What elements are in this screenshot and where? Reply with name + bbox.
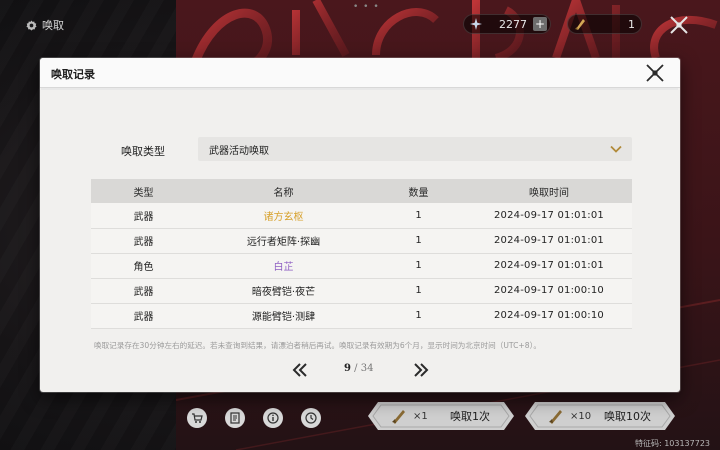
chevron-down-icon — [610, 145, 622, 153]
row-quantity: 1 — [371, 303, 466, 329]
history-table: 类型 名称 数量 唤取时间 武器 诸方玄枢 1 2024-09-17 01:01… — [91, 179, 632, 329]
forging-tide-icon — [575, 19, 585, 30]
info-button[interactable] — [263, 408, 283, 428]
row-quantity: 1 — [371, 203, 466, 229]
bottom-toolbar — [187, 408, 321, 428]
convene-type-label: 唤取类型 — [121, 145, 165, 158]
row-type: 武器 — [91, 303, 196, 329]
row-name: 远行者矩阵·探幽 — [196, 228, 371, 254]
total-pages: 34 — [360, 363, 374, 374]
convene-history-modal: 唤取记录 唤取类型 武器活动唤取 类型 名称 数量 唤取时间 武器 诸方玄枢 1… — [40, 58, 680, 392]
currency-forging-tide-value: 1 — [628, 17, 635, 31]
row-quantity: 1 — [371, 278, 466, 304]
next-page-icon[interactable] — [413, 363, 429, 377]
row-type: 武器 — [91, 203, 196, 229]
convene-type-value: 武器活动唤取 — [209, 145, 269, 157]
currency-astrite-value: 2277 — [499, 17, 527, 31]
shop-button[interactable] — [187, 408, 207, 428]
forging-tide-icon — [549, 410, 562, 424]
page-title: 唤取 — [26, 17, 64, 33]
document-icon — [230, 412, 240, 424]
currency-astrite[interactable]: 2277 + — [463, 14, 551, 34]
row-name: 白芷 — [196, 253, 371, 279]
star-crystal-icon — [470, 18, 482, 30]
table-row: 武器 诸方玄枢 1 2024-09-17 01:01:01 — [91, 203, 632, 229]
page-separator: / — [350, 363, 361, 374]
pull-once-button[interactable]: ×1 唤取1次 — [368, 402, 514, 430]
convene-type-select[interactable]: 武器活动唤取 — [198, 137, 632, 161]
pagination: 9 / 34 — [292, 361, 432, 379]
forging-tide-icon — [392, 410, 405, 424]
column-header-time: 唤取时间 — [466, 179, 632, 203]
modal-title: 唤取记录 — [51, 68, 95, 81]
gear-icon — [26, 19, 37, 31]
row-name: 暗夜臂铠·夜芒 — [196, 278, 371, 304]
row-quantity: 1 — [371, 228, 466, 254]
table-header-row: 类型 名称 数量 唤取时间 — [91, 179, 632, 203]
pull-once-label: 唤取1次 — [450, 410, 490, 423]
modal-header: 唤取记录 — [40, 58, 680, 88]
page-title-text: 唤取 — [42, 19, 64, 32]
pull-ten-cost: ×10 — [570, 410, 592, 422]
history-button[interactable] — [301, 408, 321, 428]
pull-once-cost: ×1 — [413, 410, 428, 422]
row-name: 诸方玄枢 — [196, 203, 371, 229]
close-icon[interactable] — [644, 62, 666, 84]
row-type: 武器 — [91, 228, 196, 254]
drag-handle-dots: • • • — [353, 2, 380, 12]
info-icon — [267, 412, 279, 424]
row-name: 源能臂铠·测肆 — [196, 303, 371, 329]
row-time: 2024-09-17 01:01:01 — [466, 228, 632, 254]
add-currency-button[interactable]: + — [533, 17, 547, 31]
row-time: 2024-09-17 01:00:10 — [466, 303, 632, 329]
page-indicator: 9 / 34 — [344, 363, 373, 374]
table-row: 武器 源能臂铠·测肆 1 2024-09-17 01:00:10 — [91, 303, 632, 329]
column-header-quantity: 数量 — [371, 179, 466, 203]
shop-icon — [192, 413, 203, 423]
pool-details-button[interactable] — [225, 408, 245, 428]
table-row: 角色 白芷 1 2024-09-17 01:01:01 — [91, 253, 632, 279]
clock-icon — [305, 412, 317, 424]
column-header-name: 名称 — [196, 179, 371, 203]
table-row: 武器 暗夜臂铠·夜芒 1 2024-09-17 01:00:10 — [91, 278, 632, 304]
row-time: 2024-09-17 01:01:01 — [466, 203, 632, 229]
pull-ten-button[interactable]: ×10 唤取10次 — [525, 402, 675, 430]
user-id: 特征码: 103137723 — [634, 439, 710, 448]
pull-ten-label: 唤取10次 — [604, 410, 651, 423]
current-page: 9 — [344, 363, 351, 374]
column-header-type: 类型 — [91, 179, 196, 203]
modal-body: 唤取类型 武器活动唤取 类型 名称 数量 唤取时间 武器 诸方玄枢 1 2024… — [41, 88, 678, 389]
row-quantity: 1 — [371, 253, 466, 279]
table-row: 武器 远行者矩阵·探幽 1 2024-09-17 01:01:01 — [91, 228, 632, 254]
previous-page-icon[interactable] — [292, 363, 308, 377]
row-time: 2024-09-17 01:00:10 — [466, 278, 632, 304]
row-type: 角色 — [91, 253, 196, 279]
row-time: 2024-09-17 01:01:01 — [466, 253, 632, 279]
row-type: 武器 — [91, 278, 196, 304]
currency-forging-tide: 1 — [567, 14, 642, 34]
close-icon[interactable] — [667, 13, 691, 37]
delay-notice: 唤取记录存在30分钟左右的延迟。若未查询到结果，请漂泊者稍后再试。唤取记录有效期… — [94, 341, 541, 350]
